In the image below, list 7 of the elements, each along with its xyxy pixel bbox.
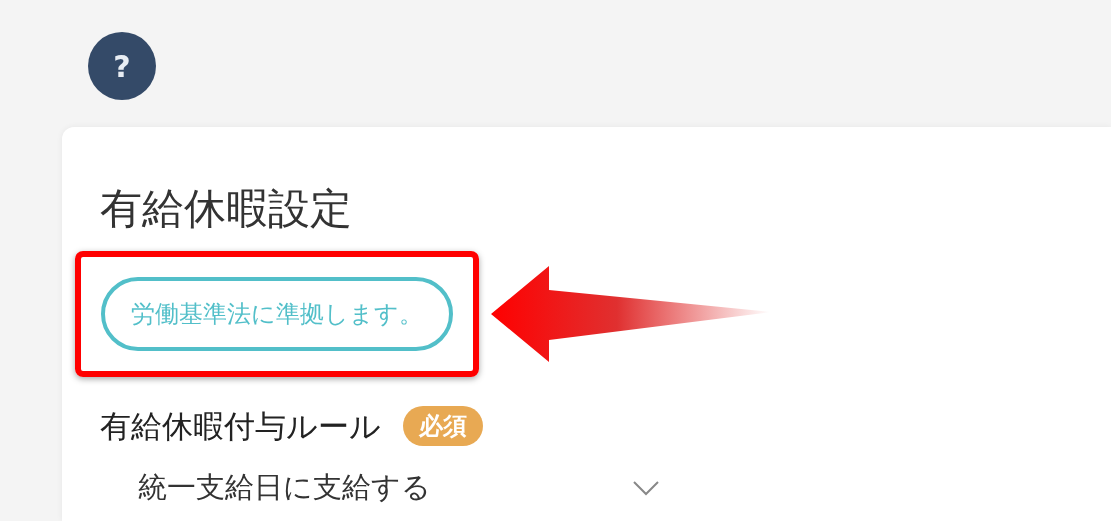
required-badge: 必須	[403, 406, 483, 447]
rule-select[interactable]: 統一支給日に支給する	[100, 467, 660, 508]
help-button[interactable]: ?	[88, 32, 156, 100]
chevron-down-icon	[632, 479, 660, 496]
page-title: 有給休暇設定	[100, 183, 352, 235]
select-value: 統一支給日に支給する	[138, 468, 432, 506]
section-title: 有給休暇付与ルール	[100, 407, 381, 446]
